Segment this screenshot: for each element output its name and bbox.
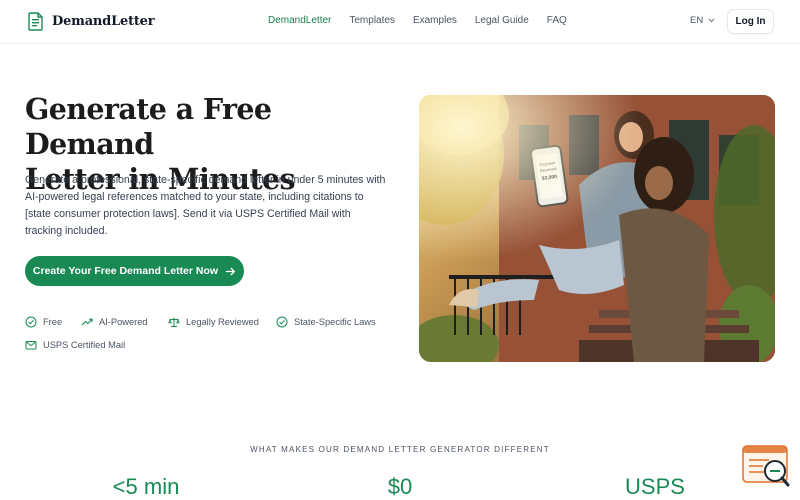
stat-cost: $0 [387, 474, 413, 499]
section-kicker: WHAT MAKES OUR DEMAND LETTER GENERATOR D… [250, 445, 550, 454]
feature-free: Free [25, 316, 62, 328]
feature-label: Free [43, 317, 63, 327]
trending-up-icon [81, 318, 93, 326]
hero-image: Payment Received $3,000 [419, 95, 775, 362]
scale-icon [168, 317, 180, 327]
nav-item-demandletter[interactable]: DemandLetter [268, 15, 331, 26]
support-widget-icon[interactable] [742, 445, 790, 487]
feature-legally-reviewed: Legally Reviewed [168, 316, 259, 328]
feature-label: State-Specific Laws [294, 317, 376, 327]
celebrating-friends-photo: Payment Received $3,000 [419, 95, 775, 362]
feature-state-specific: State-Specific Laws [276, 316, 376, 328]
chevron-down-icon [708, 18, 715, 23]
main-nav: DemandLetter Templates Examples Legal Gu… [268, 15, 585, 26]
feature-label: AI-Powered [99, 317, 148, 327]
feature-label: USPS Certified Mail [43, 340, 126, 350]
check-circle-icon [25, 316, 37, 328]
stat-delivery: USPS [625, 474, 685, 499]
nav-item-legal-guide[interactable]: Legal Guide [475, 15, 529, 26]
feature-ai-powered: AI-Powered [81, 316, 148, 328]
create-letter-button[interactable]: Create Your Free Demand Letter Now [25, 256, 244, 286]
hero-description: Generate a professional, state-specific … [25, 174, 386, 237]
nav-item-templates[interactable]: Templates [349, 15, 395, 26]
logo-text: DemandLetter [52, 14, 155, 29]
cta-label: Create Your Free Demand Letter Now [32, 265, 219, 277]
feature-usps-mail: USPS Certified Mail [25, 339, 125, 351]
mail-icon [25, 341, 37, 350]
language-label: EN [690, 15, 704, 26]
nav-item-faq[interactable]: FAQ [547, 15, 567, 26]
feature-label: Legally Reviewed [186, 317, 259, 327]
stat-time: <5 min [112, 474, 180, 499]
arrow-right-icon [225, 267, 236, 275]
login-button[interactable]: Log In [727, 9, 774, 34]
document-logo-icon [28, 12, 43, 31]
language-selector[interactable]: EN [690, 15, 715, 26]
logo[interactable]: DemandLetter [28, 12, 155, 31]
check-circle-icon [276, 316, 288, 328]
nav-item-examples[interactable]: Examples [413, 15, 457, 26]
hero-title-line-1: Generate a Free Demand [25, 92, 272, 161]
site-header: DemandLetter DemandLetter Templates Exam… [0, 0, 800, 44]
